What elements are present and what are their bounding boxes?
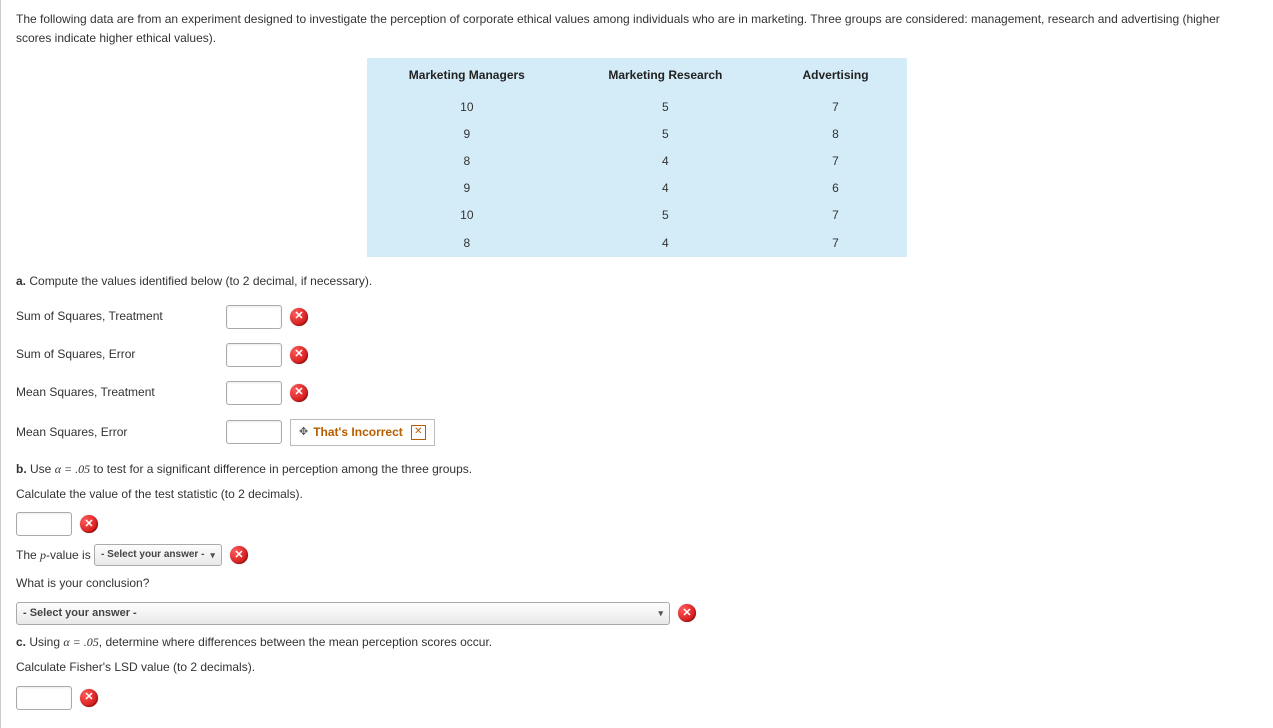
pvalue-label: The p-value is bbox=[16, 546, 91, 565]
feedback-text: That's Incorrect bbox=[313, 423, 403, 442]
cell: 7 bbox=[764, 202, 907, 229]
incorrect-icon: ✕ bbox=[678, 604, 696, 622]
cell: 7 bbox=[764, 230, 907, 257]
intro-text: The following data are from an experimen… bbox=[16, 10, 1258, 48]
sse-input[interactable] bbox=[226, 343, 282, 367]
cell: 10 bbox=[367, 202, 567, 229]
cell: 8 bbox=[764, 121, 907, 148]
caret-icon: ▾ bbox=[658, 606, 663, 620]
sse-label: Sum of Squares, Error bbox=[16, 345, 226, 364]
cell: 7 bbox=[764, 148, 907, 175]
pvalue-select[interactable]: - Select your answer -▾ bbox=[94, 544, 222, 566]
col-header: Marketing Research bbox=[567, 58, 764, 93]
cell: 5 bbox=[567, 121, 764, 148]
close-icon[interactable]: ✕ bbox=[411, 425, 426, 440]
cell: 7 bbox=[764, 94, 907, 121]
part-c-label: c. bbox=[16, 635, 26, 649]
test-stat-input[interactable] bbox=[16, 512, 72, 536]
cell: 4 bbox=[567, 230, 764, 257]
part-b-label: b. bbox=[16, 462, 27, 476]
feedback-tooltip: ✥ That's Incorrect ✕ bbox=[290, 419, 435, 446]
incorrect-icon: ✕ bbox=[80, 689, 98, 707]
cell: 8 bbox=[367, 148, 567, 175]
sst-input[interactable] bbox=[226, 305, 282, 329]
col-header: Marketing Managers bbox=[367, 58, 567, 93]
part-c-text2: Calculate Fisher's LSD value (to 2 decim… bbox=[16, 658, 1258, 677]
part-c-prompt: c. Using α = .05, determine where differ… bbox=[16, 633, 1258, 652]
incorrect-icon: ✕ bbox=[290, 308, 308, 326]
mse-input[interactable] bbox=[226, 420, 282, 444]
cell: 6 bbox=[764, 175, 907, 202]
cell: 9 bbox=[367, 121, 567, 148]
part-a-prompt: a. Compute the values identified below (… bbox=[16, 272, 1258, 291]
sst-label: Sum of Squares, Treatment bbox=[16, 307, 226, 326]
part-a-label: a. bbox=[16, 274, 26, 288]
cell: 4 bbox=[567, 148, 764, 175]
incorrect-icon: ✕ bbox=[80, 515, 98, 533]
incorrect-icon: ✕ bbox=[290, 384, 308, 402]
mst-input[interactable] bbox=[226, 381, 282, 405]
move-icon: ✥ bbox=[299, 424, 308, 442]
part-b-text2: Calculate the value of the test statisti… bbox=[16, 485, 1258, 504]
caret-icon: ▾ bbox=[210, 548, 215, 562]
data-table: Marketing Managers Marketing Research Ad… bbox=[367, 58, 907, 256]
cell: 4 bbox=[567, 175, 764, 202]
incorrect-icon: ✕ bbox=[230, 546, 248, 564]
conclusion-question: What is your conclusion? bbox=[16, 574, 1258, 593]
col-header: Advertising bbox=[764, 58, 907, 93]
cell: 5 bbox=[567, 202, 764, 229]
part-b-prompt: b. Use α = .05 to test for a significant… bbox=[16, 460, 1258, 479]
mse-label: Mean Squares, Error bbox=[16, 423, 226, 442]
conclusion-select[interactable]: - Select your answer -▾ bbox=[16, 602, 670, 626]
cell: 10 bbox=[367, 94, 567, 121]
incorrect-icon: ✕ bbox=[290, 346, 308, 364]
lsd-input[interactable] bbox=[16, 686, 72, 710]
cell: 9 bbox=[367, 175, 567, 202]
cell: 5 bbox=[567, 94, 764, 121]
cell: 8 bbox=[367, 230, 567, 257]
mst-label: Mean Squares, Treatment bbox=[16, 383, 226, 402]
